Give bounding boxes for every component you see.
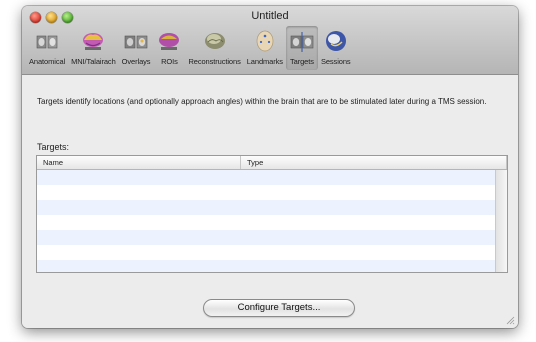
tab-label: Sessions <box>320 57 351 66</box>
table-header: Name Type <box>37 156 507 170</box>
tab-label: MNI/Talairach <box>71 57 116 66</box>
head-landmarks-icon <box>256 30 274 52</box>
resize-grip-icon[interactable] <box>505 315 515 325</box>
column-header-type[interactable]: Type <box>241 156 507 169</box>
tab-overlays[interactable]: Overlays <box>119 26 154 70</box>
table-row <box>37 200 507 215</box>
tab-sessions[interactable]: Sessions <box>318 26 354 70</box>
tab-rois[interactable]: ROIs <box>153 26 185 70</box>
app-window: Untitled Anatomical MNI/Talairach Overla… <box>22 6 518 328</box>
tab-landmarks[interactable]: Landmarks <box>244 26 286 70</box>
tab-targets[interactable]: Targets <box>285 26 318 70</box>
tab-label: Reconstructions <box>188 57 241 66</box>
targets-panel: Targets identify locations (and optional… <box>22 75 518 328</box>
overlay-slices-icon <box>124 35 148 49</box>
colored-brain-icon <box>83 33 104 50</box>
sessions-globe-icon <box>325 31 346 51</box>
tab-reconstructions[interactable]: Reconstructions <box>185 26 243 70</box>
tab-mni-talairach[interactable]: MNI/Talairach <box>68 26 119 70</box>
tab-label: ROIs <box>161 57 178 66</box>
table-scrollbar[interactable] <box>495 170 507 272</box>
brain-slice-icon <box>36 35 58 49</box>
target-slices-icon <box>290 32 314 52</box>
title-bar[interactable]: Untitled Anatomical MNI/Talairach Overla… <box>22 6 518 75</box>
roi-brain-icon <box>159 33 180 50</box>
targets-table[interactable]: Name Type <box>36 155 508 273</box>
targets-description: Targets identify locations (and optional… <box>37 97 487 106</box>
column-header-name[interactable]: Name <box>37 156 241 169</box>
window-title: Untitled <box>251 10 289 22</box>
table-row <box>37 260 507 272</box>
table-row <box>37 185 507 200</box>
tab-label: Landmarks <box>246 57 283 66</box>
table-row <box>37 245 507 260</box>
toolbar: Anatomical MNI/Talairach Overlays ROIs R… <box>26 26 514 72</box>
targets-section-label: Targets: <box>37 142 70 152</box>
tab-label: Anatomical <box>29 57 66 66</box>
table-row <box>37 230 507 245</box>
table-row <box>37 215 507 230</box>
brain-reconstruction-icon <box>204 33 225 49</box>
table-row <box>37 170 507 185</box>
tab-label: Overlays <box>121 57 151 66</box>
tab-anatomical[interactable]: Anatomical <box>26 26 68 70</box>
configure-targets-button[interactable]: Configure Targets... <box>203 299 355 317</box>
tab-label: Targets <box>289 57 314 66</box>
